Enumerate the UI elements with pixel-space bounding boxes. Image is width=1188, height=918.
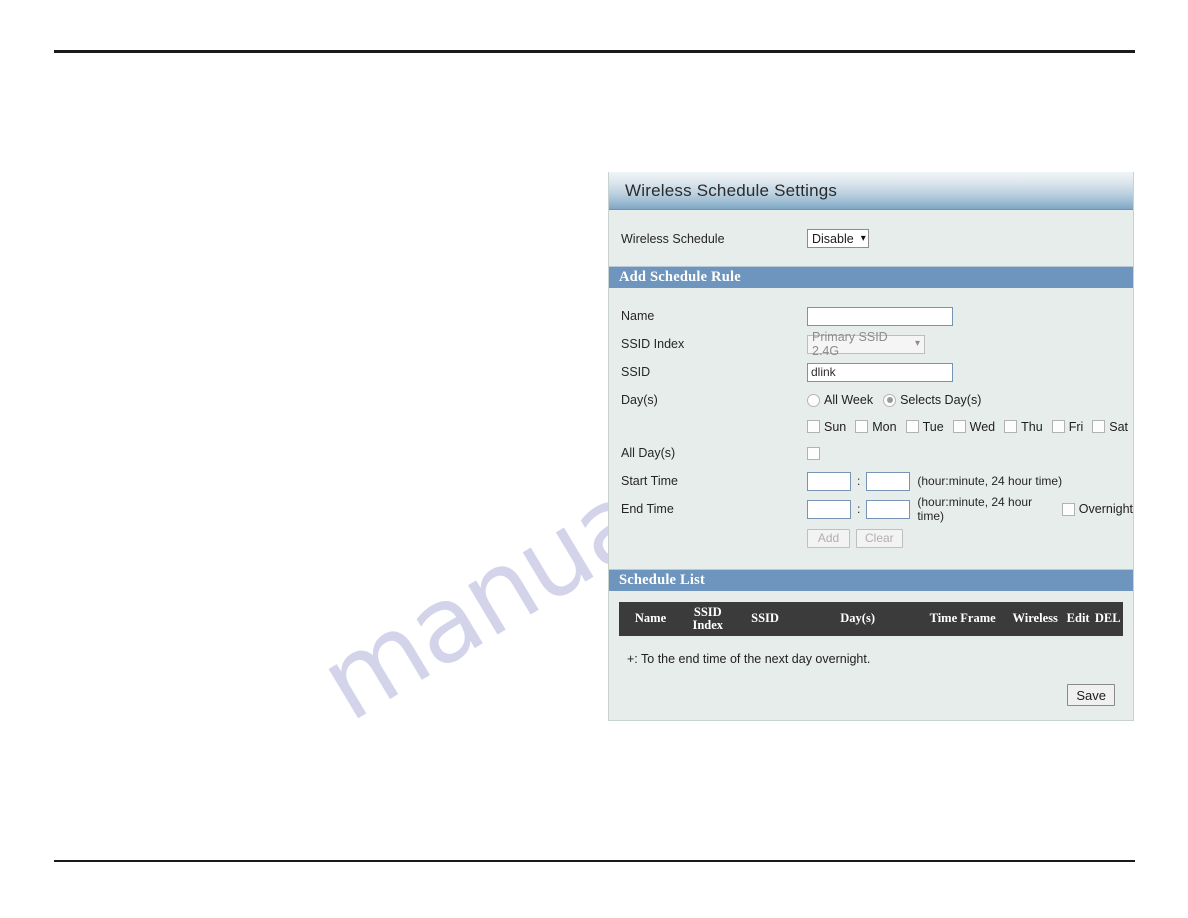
- schedule-list-section-bar: Schedule List: [609, 569, 1133, 591]
- wireless-schedule-selected-value: Disable: [812, 231, 854, 246]
- wireless-schedule-select[interactable]: Disable ▾: [807, 229, 869, 248]
- page-top-rule: [54, 50, 1135, 53]
- name-input[interactable]: [807, 306, 953, 326]
- start-time-hint: (hour:minute, 24 hour time): [917, 474, 1063, 488]
- checkbox-overnight[interactable]: Overnight: [1061, 502, 1133, 516]
- schedule-list-title: Schedule List: [619, 572, 705, 588]
- checkbox-icon: [807, 420, 820, 433]
- checkbox-icon: [1004, 420, 1018, 433]
- wireless-schedule-settings-panel: Wireless Schedule Settings Wireless Sche…: [608, 172, 1134, 721]
- checkbox-mon-label: Mon: [872, 419, 897, 434]
- row-day-checkboxes: Sun Mon Tue Wed Thu Fri Sat: [609, 414, 1133, 439]
- radio-icon-selected: [883, 393, 897, 407]
- ssid-index-select[interactable]: Primary SSID 2.4G ▾: [807, 330, 925, 358]
- checkbox-fri-label: Fri: [1068, 419, 1084, 434]
- save-button-row: Save: [619, 666, 1123, 720]
- row-days: Day(s) All Week Selects Day(s): [609, 386, 1133, 414]
- checkbox-icon: [952, 420, 966, 433]
- row-ssid-index: SSID Index Primary SSID 2.4G ▾: [609, 330, 1133, 358]
- radio-selects-days-label: Selects Day(s): [900, 393, 982, 407]
- add-button[interactable]: Add: [807, 528, 850, 548]
- start-time-label: Start Time: [621, 474, 678, 488]
- all-days-label: All Day(s): [621, 446, 676, 460]
- wireless-schedule-label: Wireless Schedule: [621, 231, 725, 246]
- checkbox-icon: [1092, 420, 1106, 433]
- checkbox-sun[interactable]: Sun: [807, 420, 846, 434]
- checkbox-tue-label: Tue: [922, 419, 944, 434]
- radio-selects-days[interactable]: Selects Day(s): [883, 393, 981, 407]
- column-header-ssid-index: SSID Index: [692, 604, 724, 632]
- chevron-down-icon: ▾: [860, 232, 866, 244]
- save-button[interactable]: Save: [1067, 684, 1115, 706]
- column-header-del: DEL: [1094, 611, 1121, 626]
- overnight-label: Overnight: [1078, 502, 1133, 516]
- row-add-clear-buttons: Add Clear: [609, 523, 1133, 553]
- row-end-time: End Time : (hour:minute, 24 hour time) O…: [609, 495, 1133, 523]
- checkbox-wed-label: Wed: [969, 419, 996, 434]
- table-header-row: Name SSID Index SSID Day(s) Time Frame Wi…: [619, 602, 1123, 636]
- column-header-days: Day(s): [840, 611, 875, 626]
- checkbox-mon[interactable]: Mon: [855, 419, 897, 434]
- radio-all-week-label: All Week: [824, 393, 874, 407]
- ssid-label: SSID: [621, 365, 651, 379]
- ssid-input[interactable]: [807, 362, 953, 382]
- column-header-ssid: SSID: [751, 611, 779, 626]
- checkbox-icon: [1061, 502, 1075, 516]
- schedule-list-table: Name SSID Index SSID Day(s) Time Frame Wi…: [609, 591, 1133, 720]
- days-label: Day(s): [621, 393, 658, 407]
- add-schedule-rule-form: Name SSID Index Primary SSID 2.4G ▾ SSID…: [609, 288, 1133, 563]
- row-ssid: SSID: [609, 358, 1133, 386]
- checkbox-icon: [905, 420, 919, 433]
- end-time-hour-input[interactable]: [807, 499, 851, 519]
- ssid-index-label: SSID Index: [621, 337, 685, 351]
- checkbox-sun-label: Sun: [824, 419, 847, 434]
- start-time-minute-input[interactable]: [866, 471, 911, 491]
- radio-icon: [807, 393, 820, 407]
- checkbox-icon: [1051, 420, 1065, 433]
- column-header-time-frame: Time Frame: [929, 611, 996, 626]
- clear-button[interactable]: Clear: [856, 528, 903, 548]
- page-bottom-rule: [54, 860, 1135, 862]
- panel-header: Wireless Schedule Settings: [609, 172, 1133, 210]
- end-time-separator: :: [857, 502, 861, 516]
- checkbox-icon: [855, 420, 869, 433]
- end-time-hint: (hour:minute, 24 hour time): [917, 495, 1033, 523]
- checkbox-thu-label: Thu: [1021, 419, 1043, 434]
- ssid-index-selected-value: Primary SSID 2.4G: [812, 330, 888, 358]
- column-header-wireless: Wireless: [1012, 611, 1058, 626]
- checkbox-thu[interactable]: Thu: [1004, 420, 1043, 434]
- checkbox-sat-label: Sat: [1109, 419, 1129, 434]
- end-time-minute-input[interactable]: [866, 499, 911, 519]
- column-header-name: Name: [634, 611, 667, 626]
- end-time-label: End Time: [621, 502, 674, 516]
- chevron-down-icon: ▾: [914, 338, 920, 349]
- row-name: Name: [609, 302, 1133, 330]
- schedule-list-note: +: To the end time of the next day overn…: [627, 652, 871, 666]
- checkbox-sat[interactable]: Sat: [1092, 420, 1128, 434]
- checkbox-wed[interactable]: Wed: [952, 419, 996, 434]
- start-time-hour-input[interactable]: [807, 471, 851, 491]
- schedule-list-block: Schedule List Name SSID Index SSID Day(s)…: [609, 563, 1133, 720]
- name-label: Name: [621, 309, 655, 323]
- row-all-days: All Day(s): [609, 439, 1133, 467]
- wireless-schedule-section: Wireless Schedule Disable ▾: [609, 210, 1133, 266]
- radio-all-week[interactable]: All Week: [807, 393, 873, 407]
- column-header-edit: Edit: [1066, 611, 1090, 626]
- start-time-separator: :: [857, 474, 861, 488]
- row-wireless-schedule: Wireless Schedule Disable ▾: [609, 225, 1133, 252]
- checkbox-all-days[interactable]: [807, 446, 820, 460]
- checkbox-tue[interactable]: Tue: [905, 419, 944, 434]
- add-schedule-rule-title: Add Schedule Rule: [619, 269, 741, 285]
- add-schedule-rule-section-bar: Add Schedule Rule: [609, 266, 1133, 288]
- page-title: Wireless Schedule Settings: [625, 180, 838, 200]
- row-start-time: Start Time : (hour:minute, 24 hour time): [609, 467, 1133, 495]
- checkbox-fri[interactable]: Fri: [1051, 419, 1084, 434]
